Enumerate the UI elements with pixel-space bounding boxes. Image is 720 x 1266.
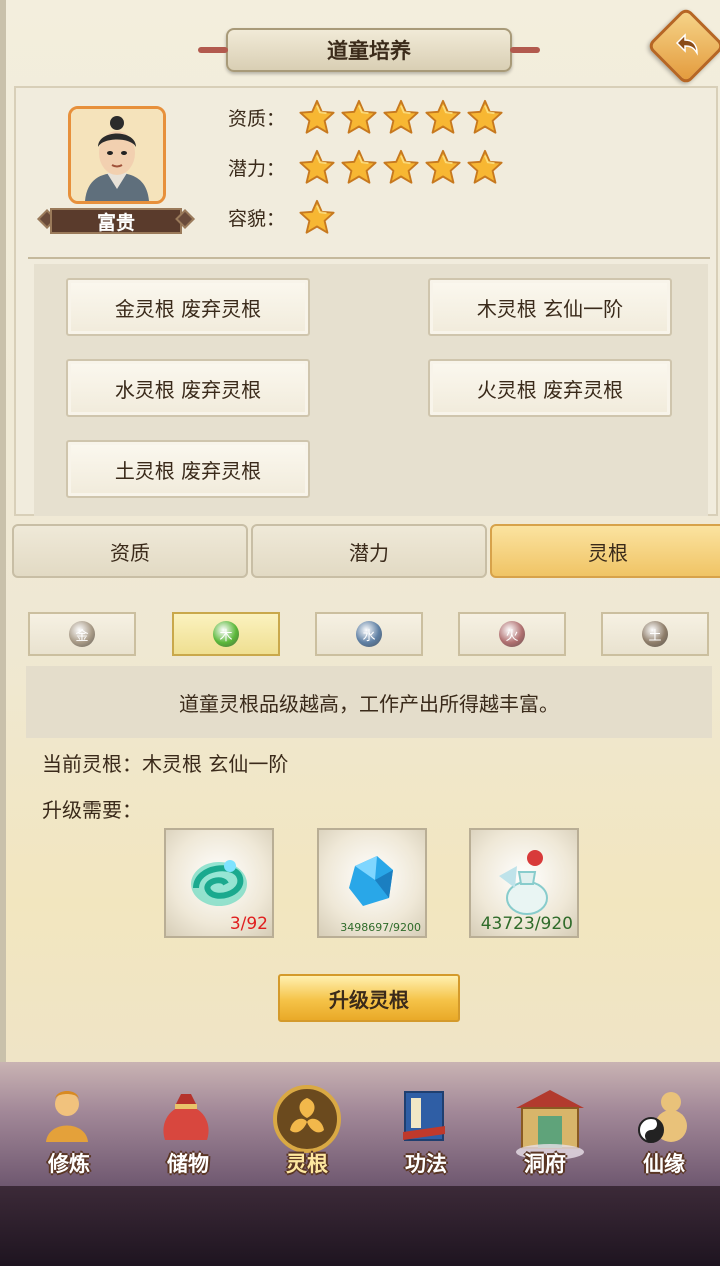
spirit-root-item[interactable]: 金灵根 废弃灵根 [66,278,310,336]
star-icon [467,149,503,184]
element-orb-icon: 木 [213,621,239,647]
attribute-label: 资质： [228,107,286,130]
star-icon [467,99,503,134]
attribute-row: 容貌： [228,198,340,236]
element-tab[interactable]: 木 [172,612,280,656]
material-slot[interactable]: 43723/920 [469,828,579,938]
page-title: 道童培养 [198,28,540,72]
character-portrait [68,106,166,204]
avatar [71,109,163,201]
nav-label: 灵根 [286,1152,328,1176]
element-orb-icon: 土 [642,621,668,647]
page-title-text: 道童培养 [327,39,411,63]
attribute-row: 资质： [228,98,508,136]
nav-cultivate[interactable]: 修炼 [14,1078,124,1182]
element-tab[interactable]: 金 [28,612,136,656]
star-icon [383,99,419,134]
material-count: 3498697/9200 [340,921,421,934]
spirit-root-item[interactable]: 土灵根 废弃灵根 [66,440,310,498]
blue-crystal-icon [327,836,417,930]
nav-cave[interactable]: 洞府 [490,1078,600,1182]
material-count: 43723/920 [480,914,573,934]
element-selector: 金木水火土 [28,612,712,656]
nav-spirit-root[interactable]: 灵根 [252,1078,362,1182]
nav-label: 洞府 [524,1152,566,1176]
element-orb-icon: 水 [356,621,382,647]
star-icon [341,149,377,184]
material-slot[interactable]: 3/92 [164,828,274,938]
element-orb-icon: 金 [69,621,95,647]
star-icon [425,99,461,134]
attribute-row: 潜力： [228,148,508,186]
element-tab[interactable]: 火 [458,612,566,656]
element-orb-icon: 火 [499,621,525,647]
back-arrow-icon [675,33,698,56]
nav-storage[interactable]: 储物 [133,1078,243,1182]
hint-banner: 道童灵根品级越高，工作产出所得越丰富。 [26,666,712,738]
nav-label: 修炼 [48,1152,90,1176]
divider [28,257,710,259]
nav-label: 储物 [167,1152,209,1176]
nav-fate[interactable]: 仙缘 [609,1078,719,1182]
upgrade-requirement-label: 升级需要： [42,798,142,822]
scripture-book-icon [389,1082,459,1156]
star-icon [299,99,335,134]
spirit-root-item[interactable]: 水灵根 废弃灵根 [66,359,310,417]
spirit-root-item[interactable]: 木灵根 玄仙一阶 [428,278,672,336]
current-root-text: 当前灵根：木灵根 玄仙一阶 [42,752,289,776]
hint-text: 道童灵根品级越高，工作产出所得越丰富。 [179,691,559,716]
nav-techniques[interactable]: 功法 [371,1078,481,1182]
tab-spirit-root[interactable]: 灵根 [490,524,720,578]
tab-aptitude[interactable]: 资质 [12,524,248,578]
star-icon [299,149,335,184]
storage-bag-icon [151,1082,221,1156]
character-name-plate: 富贵 [36,206,196,236]
star-icon [341,99,377,134]
bottom-nav-footer [0,1186,720,1266]
meditating-monk-icon [32,1082,102,1156]
element-tab[interactable]: 水 [315,612,423,656]
attribute-label: 容貌： [228,207,286,230]
star-icon [299,199,335,234]
nav-label: 仙缘 [643,1152,685,1176]
tab-potential[interactable]: 潜力 [251,524,487,578]
upgrade-root-label: 升级灵根 [329,987,409,1012]
material-count: 3/92 [229,914,268,934]
material-slot[interactable]: 3498697/9200 [317,828,427,938]
element-tab[interactable]: 土 [601,612,709,656]
attribute-label: 潜力： [228,157,286,180]
nav-label: 功法 [405,1152,447,1176]
gourd-taiji-icon [627,1082,697,1156]
spirit-root-item[interactable]: 火灵根 废弃灵根 [428,359,672,417]
character-name: 富贵 [96,211,135,234]
star-icon [383,149,419,184]
star-icon [425,149,461,184]
upgrade-root-button[interactable]: 升级灵根 [278,974,460,1022]
